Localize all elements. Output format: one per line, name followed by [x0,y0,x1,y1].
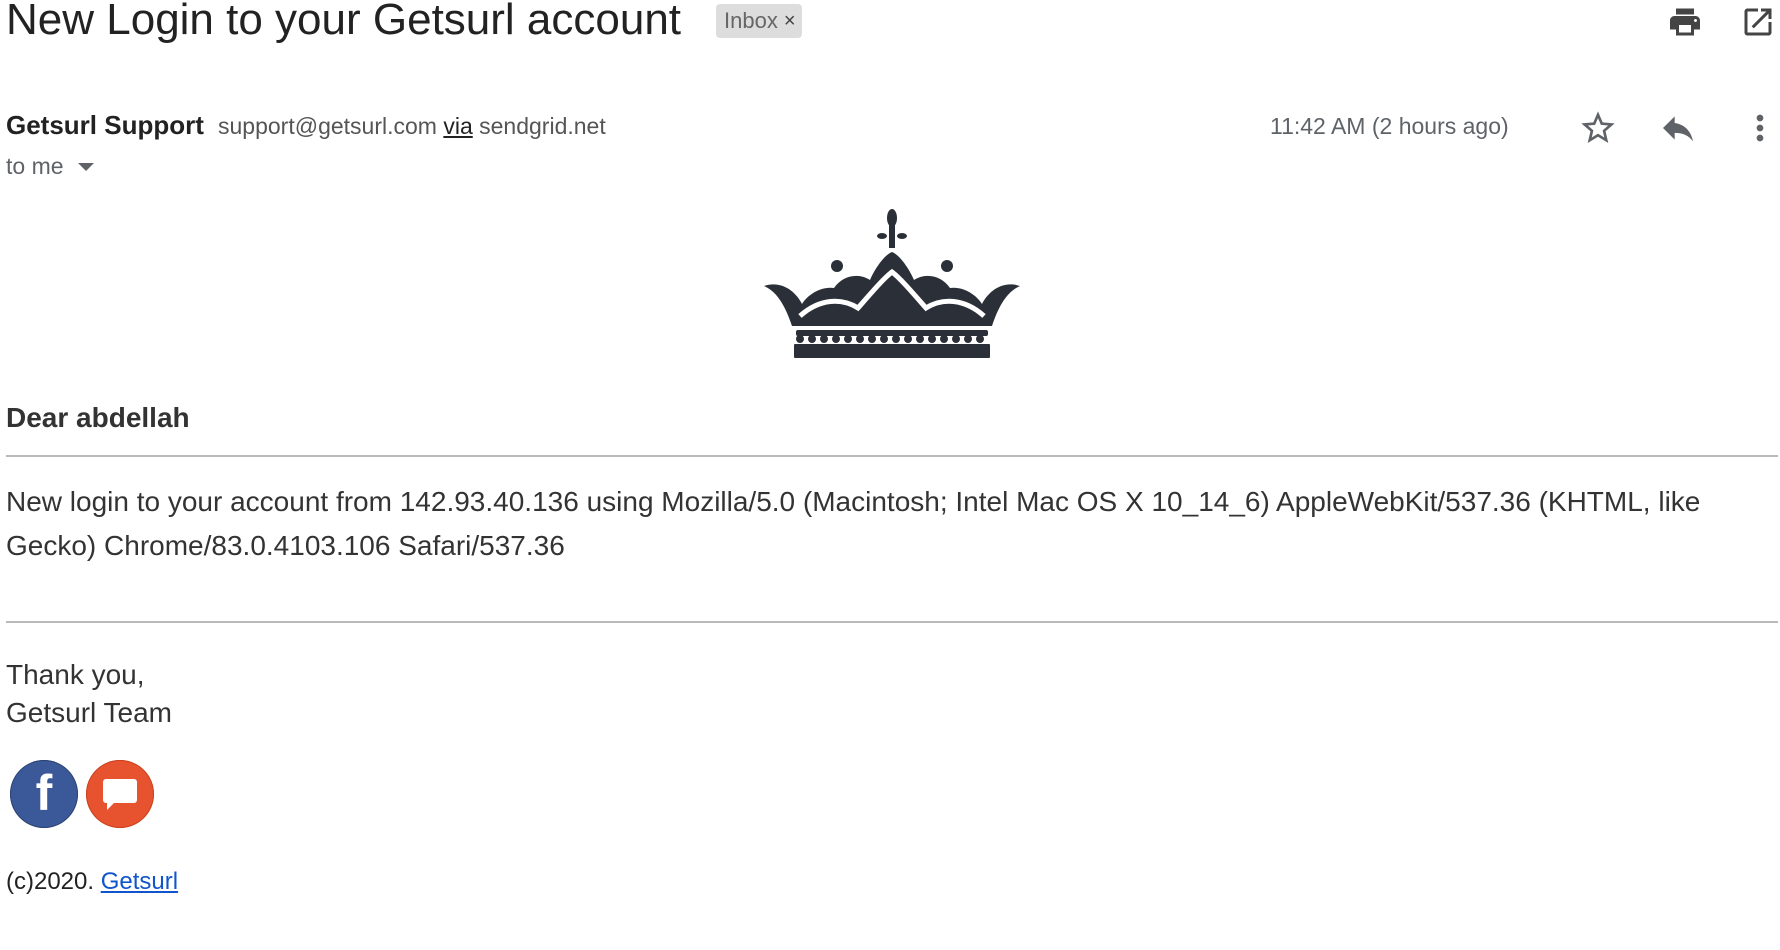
label-text: Inbox [724,8,778,33]
facebook-icon[interactable]: f [10,760,78,828]
footer: (c)2020. Getsurl [6,868,178,896]
via-domain: sendgrid.net [479,113,606,139]
social-links: f [10,760,154,828]
chat-icon[interactable] [86,760,154,828]
message-body-text: New login to your account from 142.93.40… [6,486,1701,561]
recipient-text: to me [6,153,64,179]
star-icon[interactable] [1578,108,1618,148]
crown-icon [762,208,1022,360]
print-icon[interactable] [1667,4,1703,40]
recipient-details-toggle[interactable]: to me [6,153,94,180]
signoff-line-2: Getsurl Team [6,697,172,728]
getsurl-link[interactable]: Getsurl [101,868,178,895]
chevron-down-icon[interactable] [77,162,94,171]
inbox-label-chip[interactable]: Inbox × [716,4,802,38]
signoff-line-1: Thank you, [6,659,145,690]
remove-label-icon[interactable]: × [784,10,796,33]
divider-top [6,455,1778,457]
sender-name: Getsurl Support [6,110,204,140]
greeting: Dear abdellah [6,402,190,433]
sender-email: support@getsurl.com [218,113,437,139]
message-timestamp: 11:42 AM (2 hours ago) [1270,113,1509,139]
more-vert-icon[interactable] [1740,108,1780,148]
copyright-text: (c)2020. [6,868,95,895]
signoff: Thank you, Getsurl Team [6,656,172,732]
email-subject: New Login to your Getsurl account [6,0,682,44]
via-link[interactable]: via [443,113,472,139]
reply-icon[interactable] [1658,108,1698,148]
divider-bottom [6,621,1778,623]
sender-address: support@getsurl.com via sendgrid.net [218,113,606,140]
open-in-new-window-icon[interactable] [1740,4,1776,40]
